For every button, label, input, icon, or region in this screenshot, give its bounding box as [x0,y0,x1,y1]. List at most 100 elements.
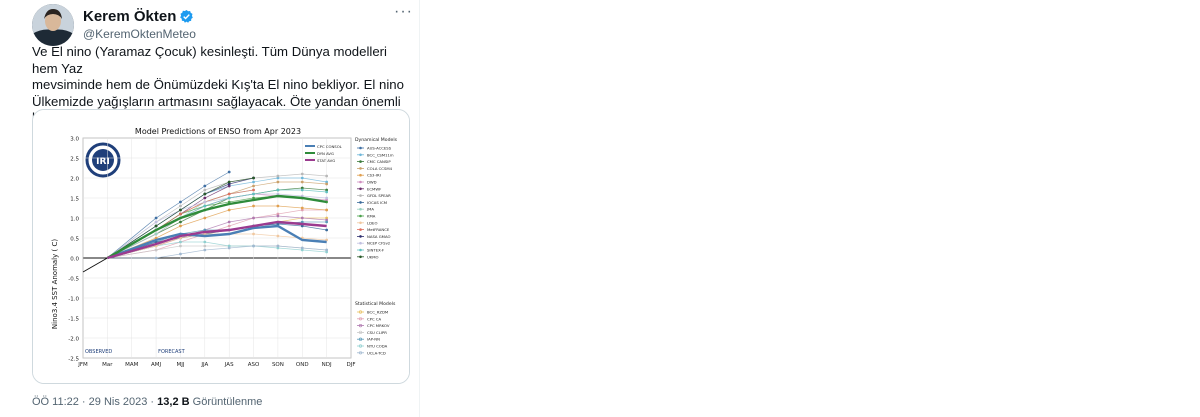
tweet-meta: ÖÖ 11:22 · 29 Nis 2023 · 13,2 B Görüntül… [32,396,262,408]
dynamical-model-point [227,170,231,174]
verified-badge-icon [179,9,194,24]
enso-chart: Model Predictions of ENSO from Apr 2023 … [33,110,409,383]
statistical-model-point [179,244,182,248]
stat-legend-label: CSU CLIPR [367,330,387,335]
tweet-media-image[interactable]: Model Predictions of ENSO from Apr 2023 … [32,109,410,384]
dynamical-model-point [154,220,158,224]
dynamical-model-point [203,200,207,204]
dynamical-model-point [203,188,207,192]
dynamical-model-point [154,224,158,228]
dynamical-model-point [154,216,158,220]
avg-legend-label: STAT AVG [317,158,335,163]
x-tick-label: DJF [346,362,355,368]
x-tick-label: AMJ [151,362,162,368]
dynamical-model-point [227,192,231,196]
y-tick-label: 1.0 [70,217,79,223]
dyn-legend-label: BCC_CSM11m [367,152,394,157]
more-options-icon[interactable]: ··· [394,4,413,20]
x-tick-label: OND [296,362,309,368]
dynamical-model-point [276,234,280,238]
dynamical-model-point [252,232,255,236]
dyn-legend-marker [359,180,362,184]
dynamical-model-point [179,212,182,216]
dynamical-model-point [325,196,329,200]
statistical-legend-title: Statistical Models [355,301,396,307]
dynamical-model-point [276,204,280,208]
dynamical-model-point [203,216,207,220]
dynamical-model-point [300,188,304,192]
y-tick-label: -0.5 [68,277,79,283]
dynamical-model-point [179,220,182,224]
tweet-card[interactable]: Kerem Ökten @KeremOktenMeteo ··· Ve El n… [20,0,420,417]
chart-title: Model Predictions of ENSO from Apr 2023 [135,127,301,136]
stat-legend-label: NTU CODA [367,344,388,349]
chart-ylabel: Nino3.4 SST Anomaly ( C) [51,239,59,329]
dyn-legend-label: JMA [366,207,374,212]
iri-logo-icon: IRI [85,142,121,178]
avg-legend-label: DYN AVG [317,151,334,156]
observed-label: OBSERVED [85,349,112,355]
stat-legend-label: CPC CA [367,316,381,321]
avatar[interactable] [32,4,74,46]
x-tick-label: JFM [77,362,88,368]
author-name[interactable]: Kerem Ökten [83,8,176,25]
y-tick-label: 2.5 [70,157,79,163]
x-tick-label: MJJ [176,362,184,368]
dyn-legend-marker [359,201,362,204]
dynamical-model-point [300,172,304,176]
statistical-model-point [276,214,280,218]
dynamical-model-point [300,180,304,184]
x-tick-label: Mar [102,362,113,368]
statistical-model-point [203,248,207,252]
stat-legend-label: BCC_RZDM [367,310,388,315]
dynamical-model-point [179,204,182,208]
statistical-model-point [252,216,255,220]
dynamical-model-point [325,208,329,212]
dynamical-model-point [300,206,304,210]
x-tick-label: JJA [200,362,208,368]
dyn-legend-label: AUS-ACCESS [367,146,392,151]
y-tick-label: 2.0 [70,177,79,183]
dynamical-model-point [252,204,255,208]
statistical-model-point [276,244,280,248]
dynamical-model-point [276,174,280,178]
dynamical-model-point [203,184,207,188]
dynamical-model-point [203,204,207,208]
y-tick-label: 0.5 [70,237,79,243]
dyn-legend-label: SINTEX-F [367,248,384,253]
dyn-legend-marker [359,173,362,177]
statistical-model-point [179,252,182,256]
dyn-legend-marker [359,228,362,231]
y-tick-label: -2.0 [68,337,79,343]
stat-legend-label: CPC MRKOV [367,323,390,328]
dyn-legend-label: LDEO [367,220,377,225]
dynamical-model-point [227,180,231,184]
dyn-legend-marker [359,160,362,163]
dyn-legend-marker [359,187,362,191]
dynamical-model-point [325,190,329,194]
dyn-legend-marker [359,255,362,259]
dyn-legend-marker [359,207,362,211]
x-tick-label: SON [272,362,284,368]
author-handle[interactable]: @KeremOktenMeteo [83,27,196,41]
statistical-model-point [227,220,231,224]
dyn-legend-label: NASA GMAO [367,234,390,239]
dynamical-model-point [227,208,231,212]
stat-legend-label: IAP-NN [367,337,380,342]
dynamical-model-point [203,196,207,200]
statistical-model-point [179,240,182,244]
avg-legend-label: CPC CONSOL [317,144,343,149]
tweet-time[interactable]: ÖÖ 11:22 · 29 Nis 2023 · [32,396,154,408]
dynamical-model-point [179,208,182,212]
dyn-legend-label: KMA [367,214,376,219]
x-tick-label: JAS [224,362,234,368]
statistical-model-point [203,244,207,248]
dynamical-model-point [300,176,304,180]
statistical-model-point [325,220,329,224]
statistical-model-point [252,244,255,248]
dyn-legend-label: ECMWF [367,186,381,191]
dyn-legend-marker [359,221,362,225]
dynamical-model-point [252,180,255,184]
dyn-legend-marker [359,153,362,157]
forecast-label: FORECAST [158,349,186,355]
